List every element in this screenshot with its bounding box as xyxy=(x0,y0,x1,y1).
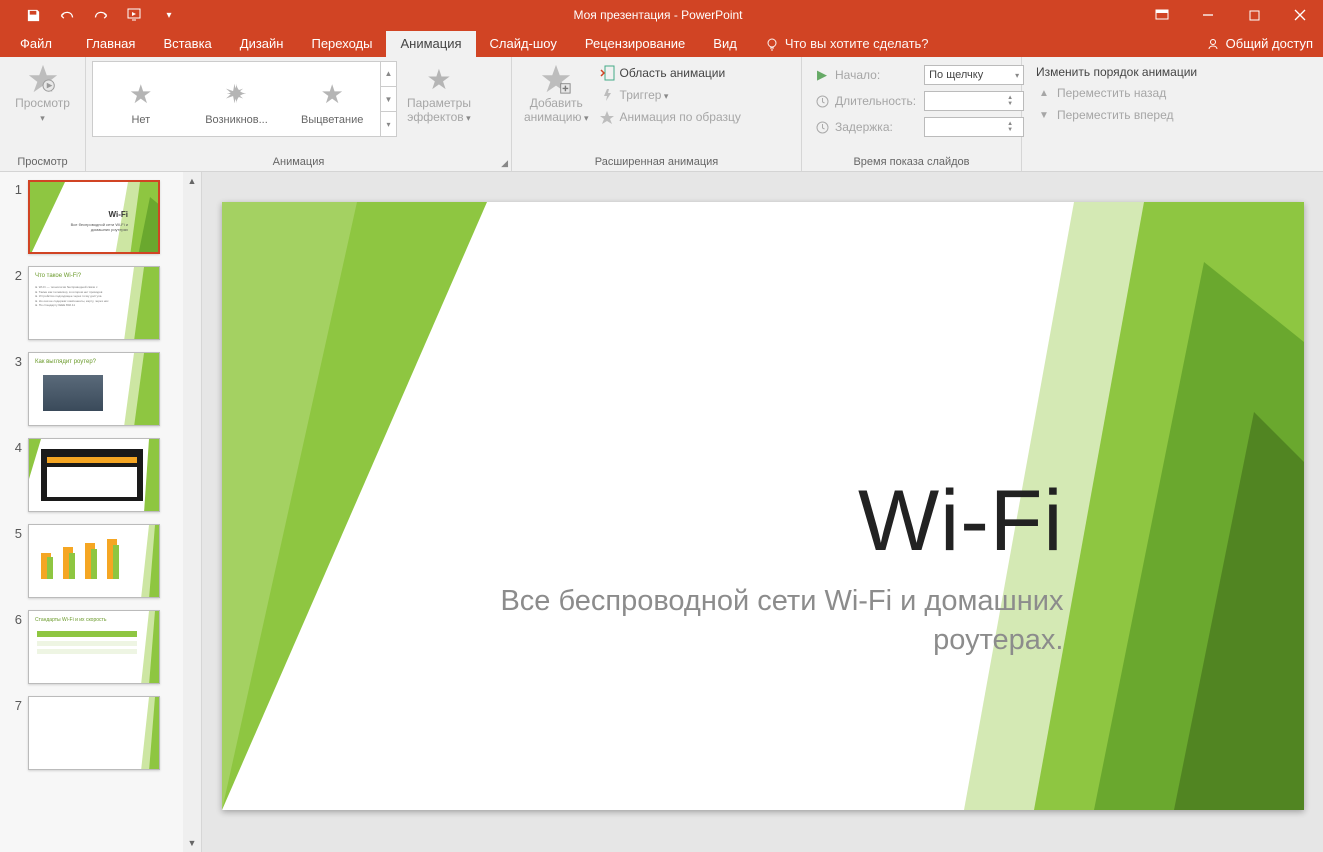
tab-design[interactable]: Дизайн xyxy=(226,31,298,57)
gallery-scroll: ▲ ▼ ▾ xyxy=(380,61,396,137)
undo-icon[interactable] xyxy=(59,7,75,23)
anim-none[interactable]: ★ Нет xyxy=(93,73,189,126)
scroll-up-icon[interactable]: ▲ xyxy=(183,172,201,190)
painter-icon xyxy=(599,109,615,125)
preview-label: Просмотр xyxy=(12,97,73,125)
group-timing-label: Время показа слайдов xyxy=(808,154,1015,169)
reorder-title: Изменить порядок анимации xyxy=(1036,65,1197,79)
ribbon-tabs: Файл Главная Вставка Дизайн Переходы Ани… xyxy=(0,30,1323,57)
group-advanced-label: Расширенная анимация xyxy=(518,154,795,169)
trigger-button[interactable]: Триггер xyxy=(599,87,741,103)
group-animation-label: Анимация xyxy=(92,154,505,169)
gallery-up-icon[interactable]: ▲ xyxy=(381,61,396,87)
group-animation: ★ Нет ✶✦ Возникнов... ★ Выцветание ▲ ▼ ▾ xyxy=(86,57,512,171)
animation-painter-button[interactable]: Анимация по образцу xyxy=(599,109,741,125)
slide-decoration-left xyxy=(222,202,512,810)
animation-pane-icon xyxy=(599,65,615,81)
animation-pane-button[interactable]: Область анимации xyxy=(599,65,741,81)
thumb-5[interactable]: 5 xyxy=(0,522,201,608)
qat-customize-icon[interactable]: ▾ xyxy=(161,7,177,23)
tell-me-label: Что вы хотите сделать? xyxy=(785,36,929,51)
tab-view[interactable]: Вид xyxy=(699,31,751,57)
slide-subtitle[interactable]: Все беспроводной сети Wi-Fi и домашних р… xyxy=(444,582,1064,660)
tell-me[interactable]: Что вы хотите сделать? xyxy=(751,36,943,57)
chevron-up-icon: ▲ xyxy=(1036,85,1052,101)
animation-dialog-launcher-icon[interactable]: ◢ xyxy=(501,158,508,169)
quick-access-toolbar: ▾ xyxy=(0,7,177,23)
preview-star-icon xyxy=(27,63,59,95)
delay-label: Задержка: xyxy=(814,119,916,135)
clock-icon xyxy=(814,93,830,109)
start-from-beginning-icon[interactable] xyxy=(127,7,143,23)
tab-insert[interactable]: Вставка xyxy=(149,31,225,57)
gallery-more-icon[interactable]: ▾ xyxy=(381,112,396,137)
scroll-down-icon[interactable]: ▼ xyxy=(183,834,201,852)
window-controls xyxy=(1139,0,1323,30)
preview-button[interactable]: Просмотр xyxy=(6,61,79,125)
slide-title[interactable]: Wi-Fi xyxy=(858,472,1064,571)
maximize-icon[interactable] xyxy=(1231,0,1277,30)
share-button[interactable]: Общий доступ xyxy=(1197,36,1323,57)
trigger-icon xyxy=(599,87,615,103)
group-advanced-animation: Добавить анимацию Область анимации Тригг… xyxy=(512,57,802,171)
close-icon[interactable] xyxy=(1277,0,1323,30)
gallery-down-icon[interactable]: ▼ xyxy=(381,87,396,113)
group-timing: ▶ Начало: По щелчку▾ Длительность: ▲▼ За… xyxy=(802,57,1022,171)
add-animation-label: Добавить анимацию xyxy=(524,97,589,125)
duration-input[interactable]: ▲▼ xyxy=(924,91,1024,111)
start-dropdown[interactable]: По щелчку▾ xyxy=(924,65,1024,85)
thumb-3[interactable]: 3 Как выглядит роутер? xyxy=(0,350,201,436)
title-bar: ▾ Моя презентация - PowerPoint xyxy=(0,0,1323,30)
ribbon: Просмотр Просмотр ★ Нет ✶✦ Возникнов... … xyxy=(0,57,1323,172)
ribbon-options-icon[interactable] xyxy=(1139,0,1185,30)
delay-input[interactable]: ▲▼ xyxy=(924,117,1024,137)
anim-appear[interactable]: ✶✦ Возникнов... xyxy=(189,73,285,126)
tab-transitions[interactable]: Переходы xyxy=(297,31,386,57)
duration-label: Длительность: xyxy=(814,93,916,109)
animation-gallery[interactable]: ★ Нет ✶✦ Возникнов... ★ Выцветание ▲ ▼ ▾ xyxy=(92,61,397,137)
move-later-button[interactable]: ▼ Переместить вперед xyxy=(1036,107,1197,123)
slide-canvas: Wi-Fi Все беспроводной сети Wi-Fi и дома… xyxy=(202,172,1323,852)
chevron-down-icon: ▼ xyxy=(1036,107,1052,123)
minimize-icon[interactable] xyxy=(1185,0,1231,30)
start-play-icon: ▶ xyxy=(814,67,830,83)
move-earlier-button[interactable]: ▲ Переместить назад xyxy=(1036,85,1197,101)
clock-icon xyxy=(814,119,830,135)
window-title: Моя презентация - PowerPoint xyxy=(177,8,1139,22)
add-animation-icon xyxy=(540,63,572,95)
slide-thumbnails-pane: ▲ ▼ 1 ✶ Wi-Fi Все беспроводной сети Wi-F… xyxy=(0,172,202,852)
workspace: ▲ ▼ 1 ✶ Wi-Fi Все беспроводной сети Wi-F… xyxy=(0,172,1323,852)
effect-options-button[interactable]: ★ Параметры эффектов xyxy=(401,61,477,125)
thumb-6[interactable]: 6 Стандарты Wi-Fi и их скорость xyxy=(0,608,201,694)
tab-slideshow[interactable]: Слайд-шоу xyxy=(476,31,571,57)
save-icon[interactable] xyxy=(25,7,41,23)
effect-options-label: Параметры эффектов xyxy=(407,97,471,125)
slide[interactable]: Wi-Fi Все беспроводной сети Wi-Fi и дома… xyxy=(222,202,1304,810)
anim-fade[interactable]: ★ Выцветание xyxy=(284,73,380,126)
tab-home[interactable]: Главная xyxy=(72,31,149,57)
group-preview-label: Просмотр xyxy=(6,154,79,169)
share-label: Общий доступ xyxy=(1226,36,1313,51)
group-preview: Просмотр Просмотр xyxy=(0,57,86,171)
add-animation-button[interactable]: Добавить анимацию xyxy=(518,61,595,125)
group-reorder: Изменить порядок анимации ▲ Переместить … xyxy=(1022,57,1323,171)
tab-animations[interactable]: Анимация xyxy=(386,31,475,57)
share-icon xyxy=(1207,37,1221,51)
start-label: ▶ Начало: xyxy=(814,67,916,83)
thumb-1[interactable]: 1 ✶ Wi-Fi Все беспроводной сети Wi-Fi и … xyxy=(0,178,201,264)
tab-file[interactable]: Файл xyxy=(0,31,72,57)
redo-icon[interactable] xyxy=(93,7,109,23)
thumb-2[interactable]: 2 Что такое Wi-Fi? ► Wi-Fi — технология … xyxy=(0,264,201,350)
thumb-scrollbar[interactable]: ▲ ▼ xyxy=(183,172,201,852)
thumb-7[interactable]: 7 xyxy=(0,694,201,780)
thumb-4[interactable]: 4 xyxy=(0,436,201,522)
tab-review[interactable]: Рецензирование xyxy=(571,31,699,57)
lightbulb-icon xyxy=(765,37,779,51)
